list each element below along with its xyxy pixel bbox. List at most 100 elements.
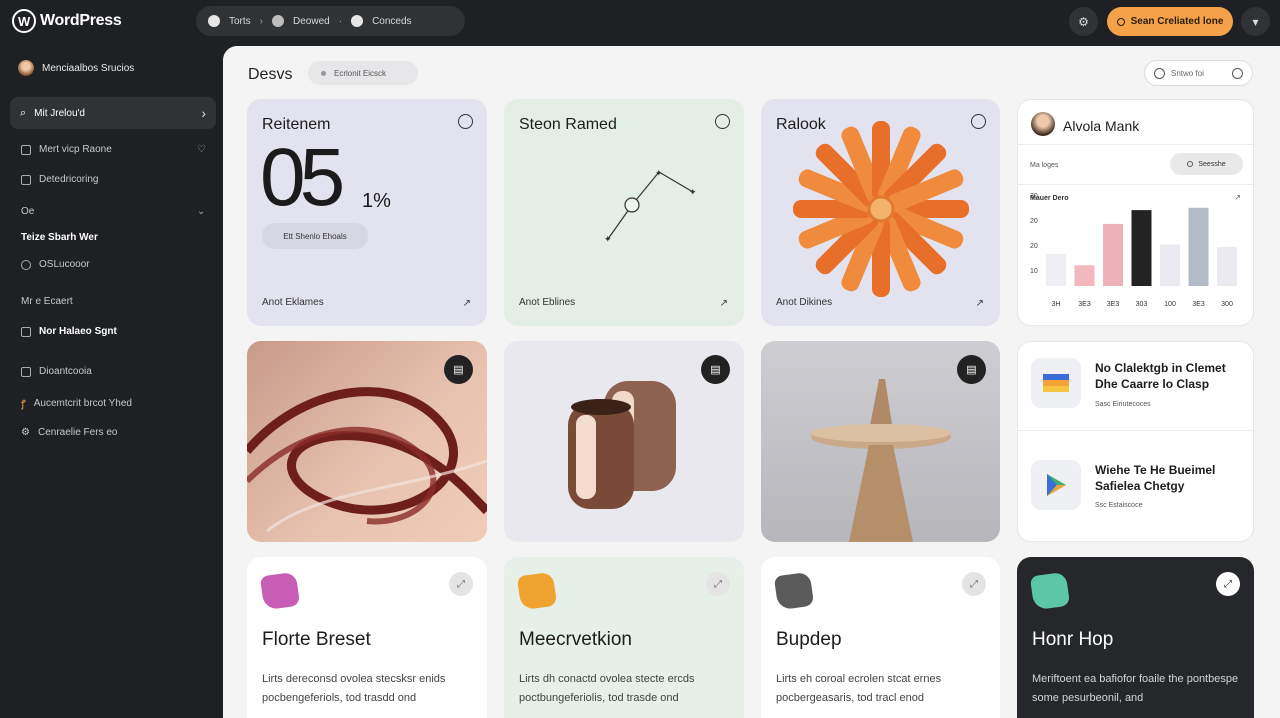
grid-icon [21,366,31,377]
sidebar-item-8[interactable]: Dioantcooia [21,366,92,377]
feature-text: Lirts eh coroal ecrolen stcat ernes pocb… [776,673,942,704]
expand-icon[interactable]: ⤢ [449,572,473,596]
feature-card-4[interactable]: ⤢ Honr Hop Meriftoent ea bafiofor foaile… [1017,557,1254,718]
feature-blob-icon [1029,571,1071,611]
wordpress-icon: W [12,9,36,33]
bar [1046,253,1066,286]
gear-icon: ⚙ [21,427,30,438]
image-card-sculpture[interactable]: ▤ [761,341,1000,542]
primary-action-button[interactable]: Sean Creliated lone [1107,7,1233,36]
sidebar-item-label: Mr e Ecaert [21,296,73,307]
arrow-up-right-icon[interactable]: ↗ [463,298,471,309]
svg-text:✦: ✦ [604,234,612,244]
clear-icon [1232,67,1243,79]
feature-blob-icon [773,571,815,611]
stat-pill[interactable]: Ett Shenlo Ehoals [262,223,368,249]
feature-title: Honr Hop [1032,629,1114,650]
main-content: Desvs Ecrlonit Eicsck Sntwo foi Reitenem… [223,46,1280,718]
more-icon[interactable] [458,114,473,129]
chevron-down-icon: ⌄ [197,206,206,217]
sidebar-active-label: Mit Jrelou'd [34,107,85,119]
separator-icon: · [338,15,343,27]
flower-card[interactable]: Ralook Anot Dikines ↗ [761,99,1000,326]
sidebar-item-active[interactable]: ⌕ Mit Jrelou'd › [10,97,216,129]
news-title[interactable]: Wiehe Te He Bueimel Safielea Chetgy [1095,462,1245,494]
card-footer: Anot Eblines [519,297,576,308]
image-card-cylinders[interactable]: ▤ [504,341,744,542]
bookmark-icon[interactable]: ▤ [444,355,473,384]
divider [1018,430,1253,431]
filter-chip-label: Ecrlonit Eicsck [334,68,387,78]
bar [1217,246,1237,286]
breadcrumb-item-1[interactable]: Torts [229,16,251,27]
square-icon [21,326,31,337]
search-box[interactable]: Sntwo foi [1144,60,1253,86]
sidebar-item-5[interactable]: OSLucooor [21,259,90,270]
sidebar-item-6[interactable]: Mr e Ecaert [21,296,73,307]
chevron-right-icon: › [201,105,206,121]
breadcrumb: Torts › Deowed · Conceds [196,6,465,36]
news-card[interactable]: No Clalektgb in Clemet Dhe Caarre lo Cla… [1017,341,1254,542]
sidebar-item-label: Aucemtcrit brcot Yhed [33,397,132,409]
bookmark-icon[interactable]: ▤ [701,355,730,384]
user-profile[interactable]: Menciaalbos Srucios [18,60,134,76]
feature-text: Meriftoent ea bafiofor foaile the pontbe… [1032,673,1239,704]
svg-text:✦: ✦ [655,168,663,178]
news-thumbnail [1031,358,1081,408]
menu-icon[interactable]: ▾ [1241,7,1270,36]
breadcrumb-item-2[interactable]: Deowed [293,16,330,27]
x-tick-label: 3H [1052,301,1061,308]
wordpress-logo[interactable]: W WordPress [12,9,122,33]
image-card-ribbon[interactable]: ▤ [247,341,487,542]
expand-icon[interactable]: ⤢ [962,572,986,596]
edit-icon [21,144,31,155]
feature-title: Meecrvetkion [519,629,632,650]
bookmark-icon[interactable]: ▤ [957,355,986,384]
book-icon [1043,374,1069,392]
stats-card[interactable]: Reitenem 05 1% Ett Shenlo Ehoals Anot Ek… [247,99,487,326]
sidebar-item-10[interactable]: ⚙ Cenraelie Fers eo [21,427,117,438]
y-tick-label: 20 [1030,243,1038,250]
sidebar-item-label: Nor Halaeo Sgnt [39,326,117,337]
news-subtitle: Ssc Estaiscoce [1095,502,1143,509]
sidebar-item-9[interactable]: ꝭ Aucemtcrit brcot Yhed [21,396,132,411]
feature-card-3[interactable]: ⤢ Bupdep Lirts eh coroal ecrolen stcat e… [761,557,1000,718]
sidebar-item-3[interactable]: Oe ⌄ [21,206,205,217]
chevron-right-icon: › [259,15,264,27]
sidebar-item-label: Dioantcooia [39,366,92,377]
y-tick-label: 10 [1030,268,1038,275]
arrow-up-right-icon[interactable]: ↗ [976,298,984,309]
breadcrumb-dot-icon [272,15,285,27]
circle-icon [21,259,31,270]
breadcrumb-item-3[interactable]: Conceds [372,16,411,27]
sidebar-item-label: Oe [21,206,35,217]
feature-card-1[interactable]: ⤢ Florte Breset Lirts dereconsd ovolea s… [247,557,487,718]
breadcrumb-dot-icon [351,15,364,27]
svg-text:✦: ✦ [689,187,697,197]
feature-title: Florte Breset [262,629,371,650]
sidebar-item-4[interactable]: Teize Sbarh Wer [21,232,98,243]
sidebar-item-7[interactable]: Nor Halaeo Sgnt [21,326,117,337]
bar-chart: 30 20 20 10 3H 3E3 3E3 303 100 3E3 300 [1030,193,1237,308]
stat-percent: 1% [362,190,391,212]
feature-card-2[interactable]: ⤢ Meecrvetkion Lirts dh conactd ovolea s… [504,557,744,718]
settings-icon[interactable]: ⚙ [1069,7,1098,36]
dot-icon [321,70,326,76]
filter-chip[interactable]: Ecrlonit Eicsck [308,61,418,85]
bar [1103,223,1123,286]
expand-icon[interactable]: ⤢ [1216,572,1240,596]
sidebar-item-label: OSLucooor [39,259,90,270]
card-footer: Anot Dikines [776,297,833,308]
sidebar-item-1[interactable]: Mert vicp Raone ♡ [21,144,206,155]
search-icon [1154,67,1165,79]
expand-icon[interactable]: ⤢ [706,572,730,596]
feature-blob-icon [516,571,558,611]
sidebar-item-2[interactable]: Detedricoring [21,174,98,185]
feature-text: Lirts dh conactd ovolea stecte ercds poc… [519,673,695,704]
bar [1074,265,1095,286]
news-title[interactable]: No Clalektgb in Clemet Dhe Caarre lo Cla… [1095,360,1245,392]
line-card[interactable]: Steon Ramed ✦ ✦ ✦ Anot Eblines ↗ [504,99,744,326]
profile-chart-card[interactable]: Alvola Mank Ma loges Seesshe Mauer Dero … [1017,99,1254,326]
y-tick-label: 30 [1030,193,1038,200]
arrow-up-right-icon[interactable]: ↗ [720,298,728,309]
